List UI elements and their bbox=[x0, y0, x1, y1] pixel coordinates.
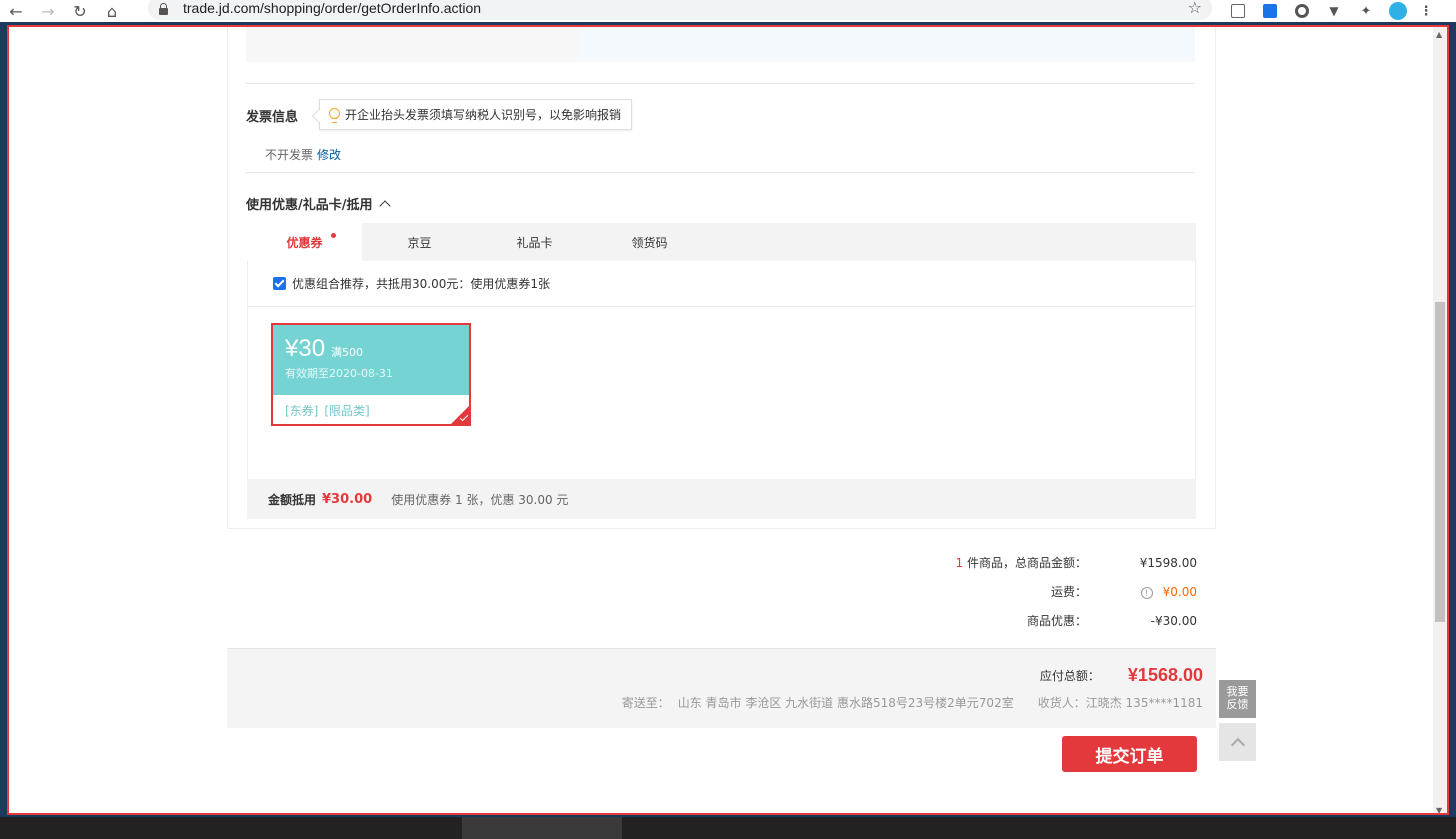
discount-label: 商品优惠： bbox=[1026, 614, 1087, 628]
shipping-label: 运费： bbox=[1050, 585, 1087, 599]
divider bbox=[246, 83, 1195, 84]
coupon-tags: [东券] [限品类] bbox=[273, 395, 469, 426]
back-icon[interactable]: ← bbox=[0, 0, 32, 22]
previous-section-right bbox=[578, 27, 1195, 62]
tab-jingdou-label: 京豆 bbox=[407, 235, 432, 250]
combo-recommend-row: 优惠组合推荐，共抵用30.00元：使用优惠券1张 bbox=[248, 261, 1195, 307]
receiver-text: 江晓杰 135****1181 bbox=[1085, 696, 1203, 710]
payment-label: 应付总额： bbox=[1039, 669, 1100, 683]
combo-recommend-text: 优惠组合推荐，共抵用30.00元：使用优惠券1张 bbox=[292, 277, 550, 291]
profile-avatar-icon[interactable] bbox=[1382, 0, 1414, 22]
invoice-title: 发票信息 bbox=[246, 110, 299, 125]
submit-order-button[interactable]: 提交订单 bbox=[1062, 736, 1197, 772]
lock-icon bbox=[158, 2, 169, 15]
extensions-area: ▼ ✦ ⋮ bbox=[1222, 0, 1438, 22]
extensions-puzzle-icon[interactable]: ✦ bbox=[1350, 0, 1382, 22]
coupon-condition: 满500 bbox=[331, 346, 364, 359]
goods-total-row: 1 件商品，总商品金额： ¥1598.00 bbox=[797, 554, 1197, 571]
lightbulb-icon bbox=[329, 107, 340, 123]
tab-coupon-label: 优惠券 bbox=[286, 235, 323, 250]
bookmark-star-icon[interactable]: ☆ bbox=[1188, 0, 1202, 17]
invoice-value-text: 不开发票 bbox=[265, 148, 314, 162]
coupon-section-toggle[interactable]: 使用优惠/礼品卡/抵用 bbox=[246, 194, 391, 213]
tab-giftcard-label: 礼品卡 bbox=[516, 235, 553, 250]
combo-recommend-checkbox[interactable] bbox=[273, 277, 286, 290]
coupon-tag-dongquan: [东券] bbox=[285, 404, 319, 418]
shipping-amount: ¥0.00 bbox=[1162, 584, 1197, 599]
tab-coupon[interactable]: 优惠券 bbox=[247, 223, 362, 261]
shipping-value: ! ¥0.00 bbox=[1087, 585, 1197, 599]
feedback-button[interactable]: 我要 反馈 bbox=[1219, 680, 1256, 718]
receiver-label: 收货人： bbox=[1037, 696, 1086, 710]
extension-translate-icon[interactable] bbox=[1222, 0, 1254, 22]
payment-bar: 应付总额： ¥1568.00 寄送至： 山东 青岛市 李沧区 九水街道 惠水路51… bbox=[227, 648, 1216, 728]
browser-menu-icon[interactable]: ⋮ bbox=[1414, 0, 1438, 22]
discount-amount: -¥30.00 bbox=[1150, 613, 1197, 628]
goods-total-label: 1 件商品，总商品金额： bbox=[956, 554, 1087, 571]
address-bar[interactable]: trade.jd.com/shopping/order/getOrderInfo… bbox=[148, 0, 1212, 20]
goods-count-label: 件商品，总商品金额： bbox=[963, 556, 1087, 570]
coupon-tag-category: [限品类] bbox=[324, 404, 370, 418]
feedback-line2: 反馈 bbox=[1226, 698, 1249, 711]
shipping-row: 运费： ! ¥0.00 bbox=[797, 583, 1197, 600]
coupon-panel: 优惠组合推荐，共抵用30.00元：使用优惠券1张 ¥30 满500 有效期至202… bbox=[247, 261, 1196, 479]
extension-circle-icon[interactable] bbox=[1286, 0, 1318, 22]
feedback-line1: 我要 bbox=[1226, 685, 1249, 698]
chevron-up-icon bbox=[1230, 737, 1245, 752]
payment-total-row: 应付总额： ¥1568.00 bbox=[1040, 665, 1203, 686]
invoice-edit-link[interactable]: 修改 bbox=[317, 148, 341, 162]
os-taskbar bbox=[0, 817, 1456, 839]
tab-pickup-code[interactable]: 领货码 bbox=[592, 223, 707, 261]
discount-row: 商品优惠： -¥30.00 bbox=[797, 612, 1197, 629]
address-text: 山东 青岛市 李沧区 九水街道 惠水路518号23号楼2单元702室 bbox=[677, 696, 1014, 710]
coupon-card-top: ¥30 满500 有效期至2020-08-31 bbox=[273, 325, 469, 395]
scroll-up-icon[interactable]: ▲ bbox=[1436, 30, 1442, 39]
coupon-card[interactable]: ¥30 满500 有效期至2020-08-31 [东券] [限品类] bbox=[271, 323, 471, 426]
new-dot-icon bbox=[331, 233, 336, 238]
summary-amount: ¥30.00 bbox=[322, 491, 373, 507]
url-text[interactable]: trade.jd.com/shopping/order/getOrderInfo… bbox=[183, 0, 481, 16]
reload-icon[interactable]: ↻ bbox=[64, 0, 96, 22]
tab-pickup-code-label: 领货码 bbox=[631, 235, 668, 250]
taskbar-item[interactable] bbox=[462, 817, 622, 839]
browser-toolbar: ← → ↻ ⌂ trade.jd.com/shopping/order/getO… bbox=[0, 0, 1456, 22]
coupon-section-title: 使用优惠/礼品卡/抵用 bbox=[246, 198, 373, 213]
invoice-tip-text: 开企业抬头发票须填写纳税人识别号，以免影响报销 bbox=[345, 108, 622, 122]
address-label: 寄送至： bbox=[621, 696, 670, 710]
info-icon[interactable]: ! bbox=[1140, 586, 1153, 599]
home-icon[interactable]: ⌂ bbox=[96, 0, 128, 22]
coupon-tabs: 优惠券 京豆 礼品卡 领货码 bbox=[247, 223, 1196, 261]
previous-section-left bbox=[246, 27, 578, 62]
page-viewport: 发票信息 开企业抬头发票须填写纳税人识别号，以免影响报销 不开发票 修改 使用优惠… bbox=[7, 25, 1449, 815]
scroll-down-icon[interactable]: ▼ bbox=[1436, 806, 1442, 813]
vertical-scrollbar[interactable]: ▲ ▼ bbox=[1433, 27, 1447, 813]
coupon-amount: ¥30 bbox=[285, 335, 326, 362]
tab-jingdou[interactable]: 京豆 bbox=[362, 223, 477, 261]
goods-total-amount: ¥1598.00 bbox=[1139, 555, 1197, 570]
divider bbox=[246, 172, 1195, 173]
scrollbar-thumb[interactable] bbox=[1435, 302, 1445, 622]
extension-vue-icon[interactable]: ▼ bbox=[1318, 0, 1350, 22]
forward-icon[interactable]: → bbox=[32, 0, 64, 22]
order-content: 发票信息 开企业抬头发票须填写纳税人识别号，以免影响报销 不开发票 修改 使用优惠… bbox=[9, 27, 1433, 813]
coupon-expire: 有效期至2020-08-31 bbox=[285, 367, 393, 380]
chevron-up-icon bbox=[378, 200, 391, 212]
extension-blue-icon[interactable] bbox=[1254, 0, 1286, 22]
invoice-value: 不开发票 修改 bbox=[265, 146, 341, 163]
shipping-address-row: 寄送至： 山东 青岛市 李沧区 九水街道 惠水路518号23号楼2单元702室 收货… bbox=[622, 694, 1203, 711]
summary-label: 金额抵用 bbox=[268, 492, 317, 507]
coupon-summary-bar: 金额抵用 ¥30.00 使用优惠券 1 张，优惠 30.00 元 bbox=[247, 479, 1196, 519]
tab-giftcard[interactable]: 礼品卡 bbox=[477, 223, 592, 261]
invoice-tip: 开企业抬头发票须填写纳税人识别号，以免影响报销 bbox=[319, 99, 633, 130]
payment-amount: ¥1568.00 bbox=[1127, 665, 1203, 685]
back-to-top-button[interactable] bbox=[1219, 723, 1256, 761]
summary-desc: 使用优惠券 1 张，优惠 30.00 元 bbox=[391, 492, 569, 507]
